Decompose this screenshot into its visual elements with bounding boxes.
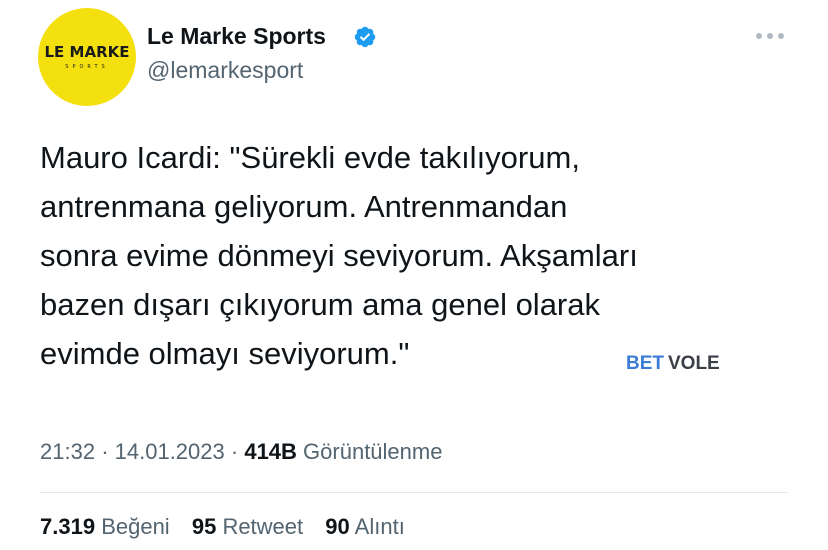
tweet-stats: 7.319 Beğeni 95 Retweet 90 Alıntı	[40, 513, 421, 541]
retweets-stat[interactable]: 95 Retweet	[192, 513, 303, 541]
svg-text:VOLE: VOLE	[668, 353, 720, 374]
meta-separator: ·	[230, 439, 239, 464]
views-label: Görüntülenme	[303, 439, 443, 464]
likes-count: 7.319	[40, 514, 96, 539]
tweet-text: Mauro Icardi: "Sürekli evde takılıyorum,…	[40, 133, 780, 378]
display-name[interactable]: Le Marke Sports	[147, 22, 326, 50]
avatar-logo-text: LE MARKE	[44, 43, 130, 61]
verified-badge-icon	[354, 26, 376, 48]
username[interactable]: @lemarkesport	[147, 56, 303, 84]
quotes-count: 90	[325, 514, 350, 539]
divider	[40, 492, 788, 493]
more-horizontal-icon[interactable]	[754, 28, 786, 44]
svg-text:BET: BET	[626, 353, 664, 374]
tweet-line: antrenmana geliyorum. Antrenmandan	[40, 189, 568, 224]
tweet-line: Mauro Icardi: "Sürekli evde takılıyorum,	[40, 140, 580, 175]
views-count: 414B	[244, 439, 297, 464]
tweet-time[interactable]: 21:32	[40, 439, 95, 464]
tweet-date[interactable]: 14.01.2023	[115, 439, 225, 464]
tweet-line: bazen dışarı çıkıyorum ama genel olarak	[40, 287, 600, 322]
betvole-watermark-logo: BET VOLE	[626, 353, 720, 374]
meta-separator: ·	[101, 439, 109, 464]
retweets-count: 95	[191, 514, 217, 539]
quotes-label: Alıntı	[354, 514, 405, 539]
likes-label: Beğeni	[101, 514, 170, 539]
retweets-label: Retweet	[222, 514, 304, 539]
quotes-stat[interactable]: 90 Alıntı	[325, 513, 405, 541]
tweet-meta: 21:32 · 14.01.2023 · 414B Görüntülenme	[40, 438, 442, 466]
avatar-logo-subtext: SPORTS	[65, 64, 109, 70]
avatar[interactable]: LE MARKE SPORTS	[38, 8, 136, 106]
tweet-line: sonra evime dönmeyi seviyorum. Akşamları	[40, 238, 638, 273]
likes-stat[interactable]: 7.319 Beğeni	[40, 513, 170, 541]
